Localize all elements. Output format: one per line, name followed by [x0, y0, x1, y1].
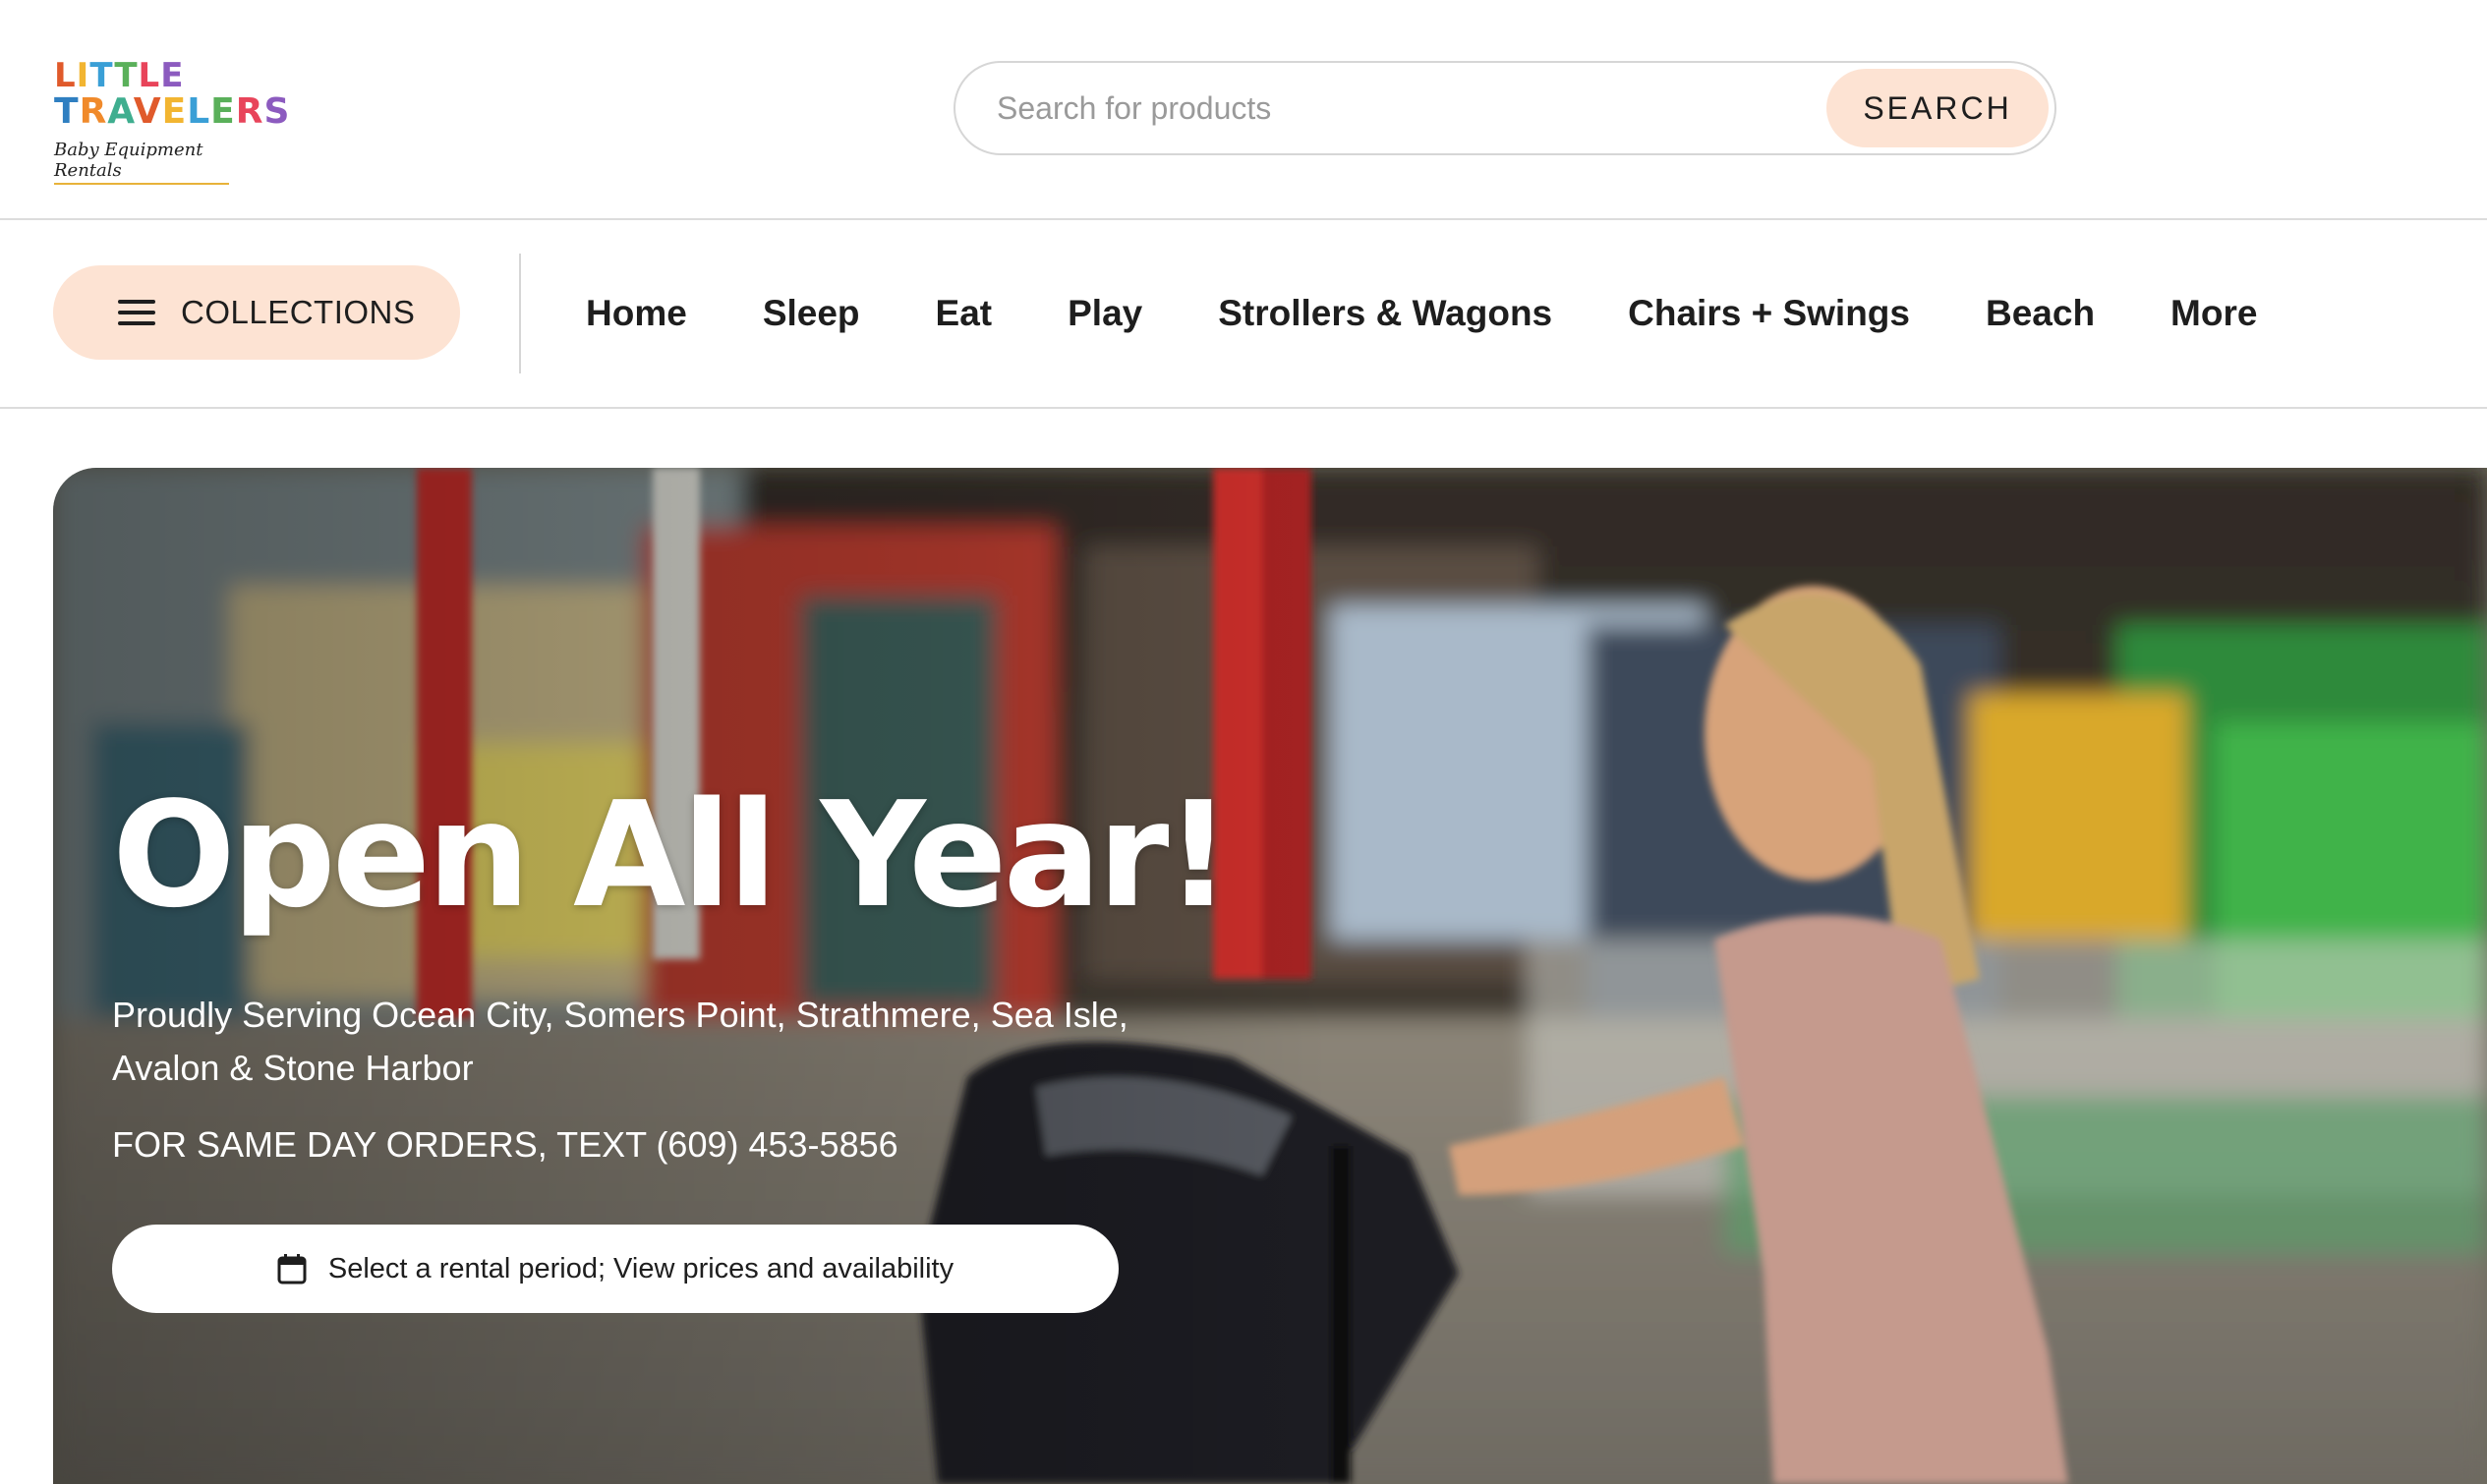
logo-letter: T — [114, 56, 139, 95]
logo-letter: L — [187, 91, 211, 132]
hero-banner: Open All Year! Proudly Serving Ocean Cit… — [53, 468, 2487, 1484]
hero-title: Open All Year! — [112, 771, 1232, 940]
hero-subtitle: Proudly Serving Ocean City, Somers Point… — [112, 995, 1128, 1088]
logo-letter: E — [160, 56, 185, 95]
hamburger-menu-icon — [118, 300, 155, 325]
logo[interactable]: LITTLE TRAVELERS Baby Equipment Rentals — [54, 59, 289, 185]
main-nav: COLLECTIONS Home Sleep Eat Play Stroller… — [0, 220, 2487, 409]
logo-letter: R — [79, 91, 108, 132]
nav-link-chairs-swings[interactable]: Chairs + Swings — [1628, 293, 1910, 334]
logo-letter: T — [89, 56, 115, 95]
search-box: SEARCH — [954, 61, 2056, 155]
logo-letter: E — [210, 91, 236, 132]
logo-letter: A — [107, 91, 134, 132]
hero-overlay — [53, 468, 1331, 1484]
nav-link-more[interactable]: More — [2170, 293, 2257, 334]
logo-letter: I — [76, 56, 90, 95]
logo-letter: S — [263, 91, 291, 132]
nav-link-eat[interactable]: Eat — [936, 293, 993, 334]
collections-label: COLLECTIONS — [181, 294, 416, 330]
logo-letter: L — [138, 56, 161, 95]
nav-link-home[interactable]: Home — [586, 293, 687, 334]
search-button[interactable]: SEARCH — [1826, 69, 2049, 147]
nav-links: Home Sleep Eat Play Strollers & Wagons C… — [586, 289, 2333, 338]
hero-phone-text: FOR SAME DAY ORDERS, TEXT (609) 453-5856 — [112, 1124, 898, 1165]
nav-divider — [519, 254, 521, 373]
logo-letter: E — [161, 91, 188, 132]
nav-link-strollers-wagons[interactable]: Strollers & Wagons — [1218, 293, 1552, 334]
calendar-icon — [277, 1254, 307, 1284]
top-header: LITTLE TRAVELERS Baby Equipment Rentals … — [0, 0, 2487, 220]
nav-link-sleep[interactable]: Sleep — [763, 293, 860, 334]
nav-link-play[interactable]: Play — [1068, 293, 1142, 334]
logo-line-1: LITTLE — [54, 59, 241, 92]
select-rental-period-button[interactable]: Select a rental period; View prices and … — [112, 1225, 1119, 1313]
collections-button[interactable]: COLLECTIONS — [53, 265, 460, 360]
logo-letter: L — [54, 56, 77, 95]
nav-link-beach[interactable]: Beach — [1986, 293, 2095, 334]
logo-letter: T — [54, 91, 80, 132]
logo-line-2: TRAVELERS — [54, 91, 289, 132]
rental-button-label: Select a rental period; View prices and … — [327, 1252, 954, 1284]
search-input[interactable] — [995, 81, 1801, 136]
logo-letter: V — [133, 91, 162, 132]
logo-letter: R — [235, 91, 264, 132]
logo-tagline: Baby Equipment Rentals — [54, 140, 229, 185]
